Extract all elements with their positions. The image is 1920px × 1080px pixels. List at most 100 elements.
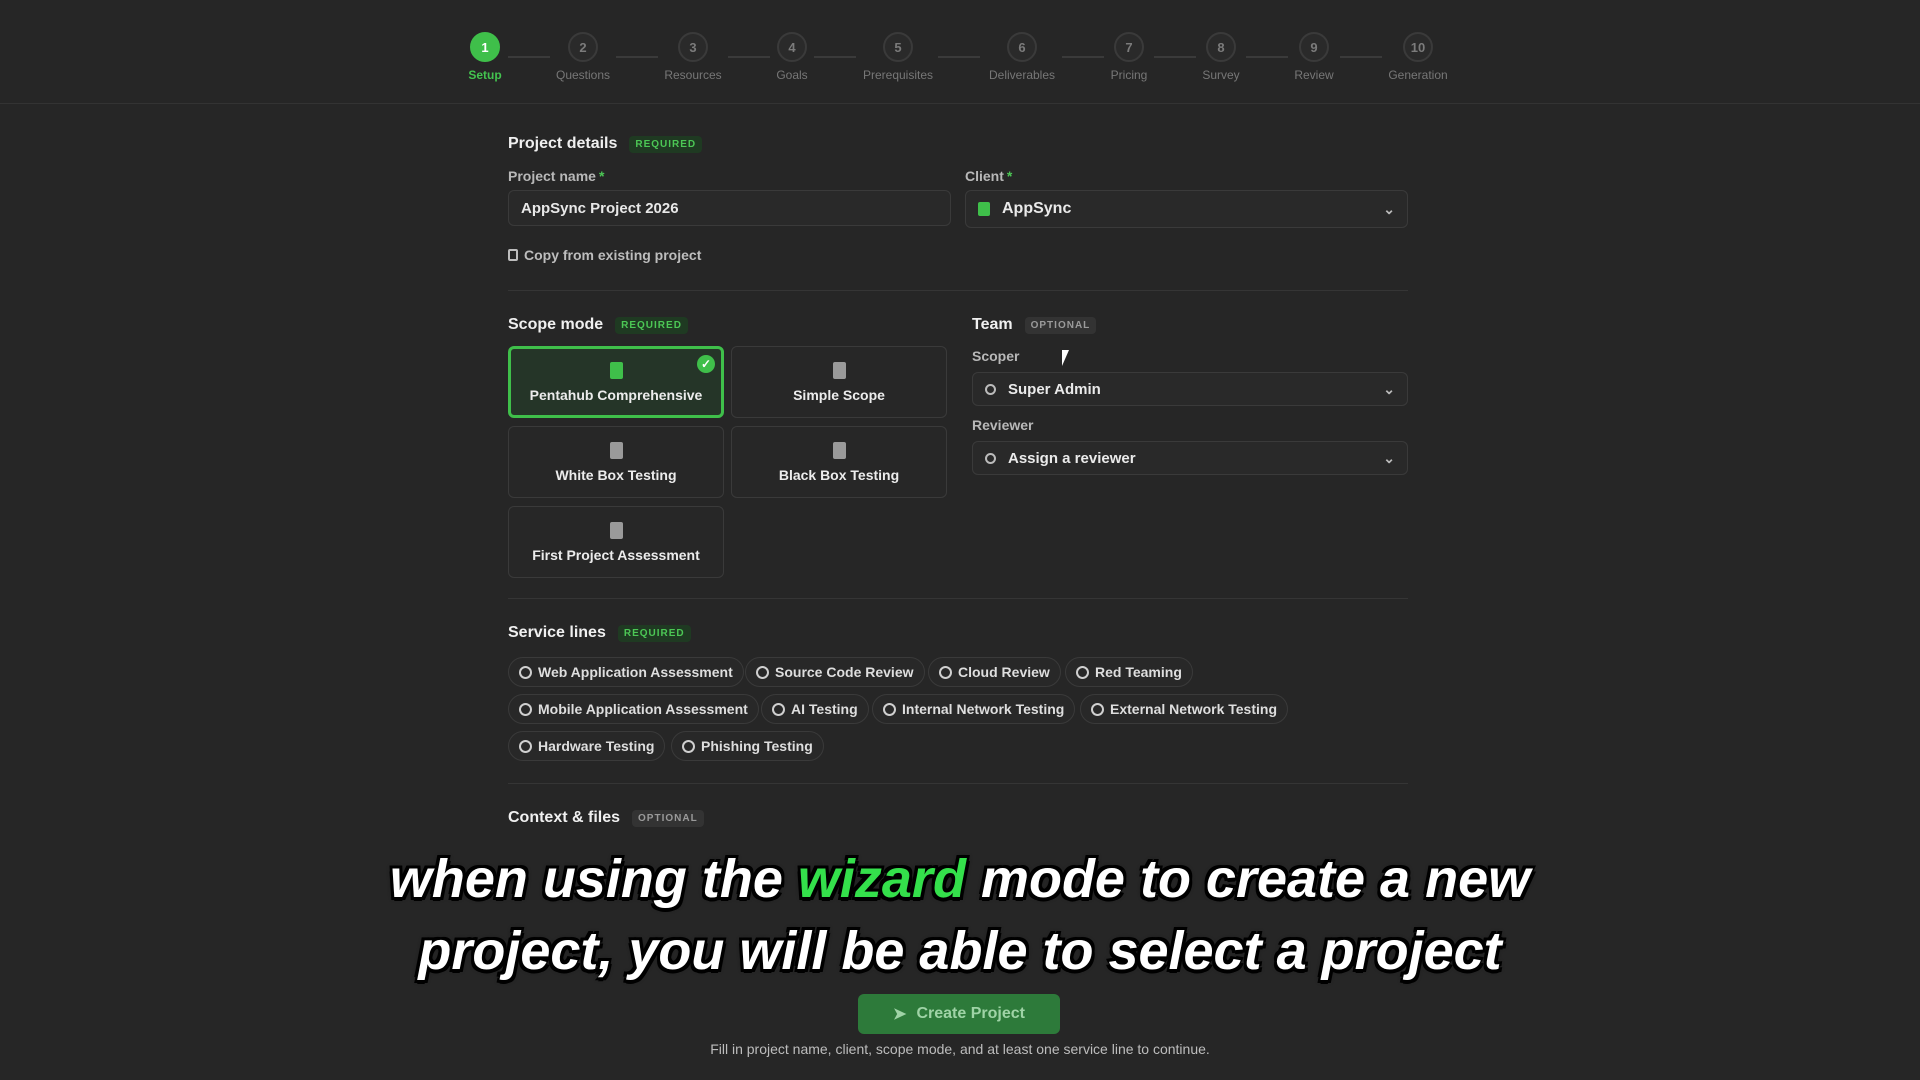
- chevron-down-icon: ⌄: [1383, 200, 1395, 217]
- scope-mode-header: Scope mode REQUIRED: [508, 316, 688, 334]
- radio-icon: [756, 665, 769, 679]
- chevron-down-icon: ⌄: [1383, 449, 1395, 466]
- service-line-chip[interactable]: Cloud Review: [928, 657, 1061, 687]
- client-select[interactable]: AppSync ⌄: [965, 190, 1408, 228]
- step-label: Review: [1294, 68, 1334, 82]
- scope-option-label: Pentahub Comprehensive: [529, 386, 703, 403]
- section-title: Team: [972, 316, 1013, 333]
- radio-icon: [1091, 702, 1104, 716]
- service-line-chip[interactable]: Source Code Review: [745, 657, 925, 687]
- copy-icon: [508, 249, 518, 261]
- step-number: 8: [1206, 32, 1236, 62]
- service-line-label: External Network Testing: [1110, 701, 1278, 717]
- video-caption-line-1: when using the wizard mode to create a n…: [389, 849, 1531, 909]
- service-line-chip[interactable]: External Network Testing: [1080, 694, 1289, 724]
- service-line-chip[interactable]: Mobile Application Assessment: [508, 694, 759, 724]
- radio-icon: [1076, 665, 1089, 679]
- step-number: 2: [568, 32, 598, 62]
- radio-icon: [883, 702, 896, 716]
- scope-option-label: Black Box Testing: [778, 466, 900, 483]
- service-line-label: Hardware Testing: [538, 738, 655, 754]
- radio-icon: [519, 702, 532, 716]
- step-questions[interactable]: 2 Questions: [523, 32, 643, 82]
- service-line-chip[interactable]: Internal Network Testing: [872, 694, 1076, 724]
- service-line-label: Internal Network Testing: [902, 701, 1065, 717]
- scope-option-black-box-testing[interactable]: Black Box Testing: [731, 426, 947, 498]
- scope-option-label: First Project Assessment: [532, 546, 700, 563]
- project-name-label: Project name *: [508, 168, 605, 184]
- step-deliverables[interactable]: 6 Deliverables: [962, 32, 1082, 82]
- service-lines-header: Service lines REQUIRED: [508, 624, 691, 642]
- service-line-chip[interactable]: Web Application Assessment: [508, 657, 744, 687]
- mouse-cursor-icon: [1062, 350, 1069, 366]
- create-project-label: Create Project: [916, 1005, 1025, 1022]
- document-icon: [832, 361, 846, 379]
- optional-badge: OPTIONAL: [632, 809, 704, 827]
- rocket-icon: ➤: [893, 1006, 907, 1023]
- client-icon: [978, 202, 990, 216]
- section-title: Scope mode: [508, 316, 604, 333]
- step-number: 6: [1007, 32, 1037, 62]
- step-review[interactable]: 9 Review: [1254, 32, 1374, 82]
- step-label: Prerequisites: [862, 68, 934, 82]
- required-badge: REQUIRED: [617, 624, 691, 642]
- client-value: AppSync: [1002, 200, 1072, 217]
- scoper-value: Super Admin: [1008, 380, 1101, 398]
- step-goals[interactable]: 4 Goals: [732, 32, 852, 82]
- check-icon: ✓: [697, 355, 715, 373]
- service-line-chip[interactable]: Red Teaming: [1065, 657, 1193, 687]
- required-badge: REQUIRED: [629, 135, 703, 153]
- create-project-button[interactable]: ➤ Create Project: [858, 994, 1060, 1034]
- service-line-label: Mobile Application Assessment: [538, 701, 748, 717]
- document-icon: [609, 521, 623, 539]
- optional-badge: OPTIONAL: [1024, 316, 1097, 334]
- step-generation[interactable]: 10 Generation: [1358, 32, 1478, 82]
- project-name-input[interactable]: AppSync Project 2026: [508, 190, 951, 226]
- step-prerequisites[interactable]: 5 Prerequisites: [838, 32, 958, 82]
- radio-icon: [772, 702, 785, 716]
- client-label: Client *: [965, 168, 1013, 184]
- step-label: Questions: [555, 68, 611, 82]
- step-label: Generation: [1388, 68, 1448, 82]
- service-line-label: Red Teaming: [1095, 664, 1182, 680]
- scoper-label: Scoper: [972, 348, 1020, 364]
- project-details-header: Project details REQUIRED: [508, 135, 703, 153]
- project-name-value: AppSync Project 2026: [521, 199, 679, 217]
- team-header: Team OPTIONAL: [972, 316, 1097, 334]
- step-number: 4: [777, 32, 807, 62]
- radio-icon: [939, 665, 952, 679]
- divider: [508, 598, 1408, 599]
- user-icon: [985, 452, 996, 464]
- section-title: Context & files: [508, 809, 621, 826]
- scope-option-simple-scope[interactable]: Simple Scope: [731, 346, 947, 418]
- radio-icon: [519, 665, 532, 679]
- radio-icon: [519, 739, 532, 753]
- service-line-label: Source Code Review: [775, 664, 914, 680]
- step-label: Pricing: [1110, 68, 1148, 82]
- chevron-down-icon: ⌄: [1383, 380, 1395, 397]
- service-line-chip[interactable]: Phishing Testing: [671, 731, 824, 761]
- step-label: Deliverables: [988, 68, 1056, 82]
- wizard-stepper: 1 Setup 2 Questions 3 Resources 4 Goals …: [0, 0, 1920, 104]
- scope-option-label: Simple Scope: [793, 386, 885, 403]
- service-line-label: Phishing Testing: [701, 738, 813, 754]
- service-line-chip[interactable]: Hardware Testing: [508, 731, 666, 761]
- copy-from-project-link[interactable]: Copy from existing project: [508, 247, 701, 263]
- scope-option-first-project-assessment[interactable]: First Project Assessment: [508, 506, 724, 578]
- step-number: 3: [678, 32, 708, 62]
- scope-option-pentahub-comprehensive[interactable]: Pentahub Comprehensive ✓: [508, 346, 724, 418]
- video-caption-line-2: project, you will be able to select a pr…: [418, 921, 1502, 981]
- service-line-label: Cloud Review: [958, 664, 1050, 680]
- service-line-chip[interactable]: AI Testing: [761, 694, 869, 724]
- step-label: Survey: [1202, 68, 1240, 82]
- scoper-select[interactable]: Super Admin ⌄: [972, 372, 1408, 406]
- reviewer-select[interactable]: Assign a reviewer ⌄: [972, 441, 1408, 475]
- section-title: Service lines: [508, 624, 606, 641]
- step-number: 10: [1403, 32, 1433, 62]
- step-label: Goals: [776, 68, 808, 82]
- reviewer-label: Reviewer: [972, 417, 1034, 433]
- copy-link-label: Copy from existing project: [524, 247, 702, 263]
- user-icon: [985, 383, 996, 395]
- scope-option-white-box-testing[interactable]: White Box Testing: [508, 426, 724, 498]
- step-number: 9: [1299, 32, 1329, 62]
